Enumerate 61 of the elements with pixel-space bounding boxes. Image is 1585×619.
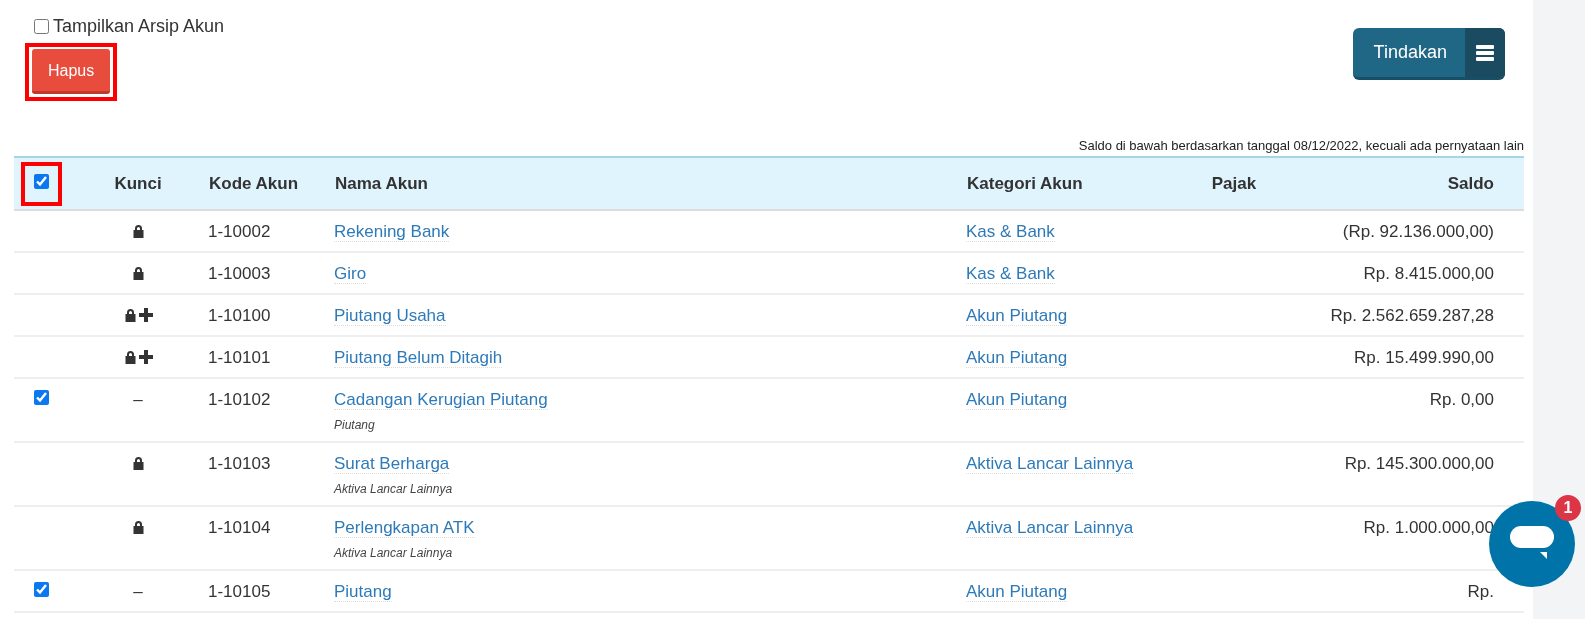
balance-value: Rp. 0,00 <box>1429 390 1494 409</box>
dash: – <box>133 390 143 409</box>
account-code: 1-10105 <box>208 582 271 601</box>
category-link[interactable]: Akun Piutang <box>966 348 1068 368</box>
column-header: Pajak <box>1211 173 1257 193</box>
account-code: 1-10101 <box>208 348 271 367</box>
category-link[interactable]: Akun Piutang <box>966 390 1068 410</box>
balance-note: Saldo di bawah berdasarkan tanggal 08/12/2022, kecuali ada pernyataan lain <box>1077 137 1524 155</box>
category-link[interactable]: Akun Piutang <box>966 582 1068 602</box>
category-link[interactable]: Kas & Bank <box>966 222 1055 242</box>
account-code: 1-10103 <box>208 454 271 473</box>
lock-icon <box>131 266 145 280</box>
archive-checkbox[interactable] <box>34 19 49 34</box>
lock-icon <box>123 308 137 322</box>
account-code: 1-10100 <box>208 306 271 325</box>
delete-button[interactable]: Hapus <box>32 49 111 94</box>
lock-icon <box>131 456 145 470</box>
checkbox[interactable] <box>33 582 49 597</box>
balance-value: Rp. 8.415.000,00 <box>1363 264 1494 283</box>
checkbox-label: Tampilkan Arsip Akun <box>53 16 225 37</box>
account-name-link[interactable]: Giro <box>334 264 367 284</box>
account-name-link[interactable]: Piutang <box>334 582 392 602</box>
plus-icon <box>138 308 153 322</box>
column-header: Kode Akun <box>209 173 299 193</box>
column-header: Kunci <box>114 173 162 193</box>
account-subtype: Aktiva Lancar Lainnya <box>334 482 454 496</box>
account-name-link[interactable]: Cadangan Kerugian Piutang <box>334 390 548 410</box>
menu-icon <box>1476 44 1494 61</box>
account-name-link[interactable]: Rekening Bank <box>334 222 450 242</box>
category-link[interactable]: Akun Piutang <box>966 306 1068 326</box>
category-link[interactable]: Aktiva Lancar Lainnya <box>966 518 1134 538</box>
lock-icon <box>123 350 137 364</box>
plus-icon <box>138 350 153 364</box>
lock-icon <box>131 224 145 238</box>
account-code: 1-10104 <box>208 518 271 537</box>
actions-button[interactable]: Tindakan <box>1352 28 1505 80</box>
account-name-link[interactable]: Perlengkapan ATK <box>334 518 475 538</box>
balance-value: Rp. 145.300.000,00 <box>1344 454 1494 473</box>
column-header: Saldo <box>1447 173 1494 193</box>
balance-value: Rp. <box>1467 582 1494 601</box>
account-code: 1-10003 <box>208 264 271 283</box>
account-subtype: Aktiva Lancar Lainnya <box>334 546 454 560</box>
account-name-link[interactable]: Piutang Belum Ditagih <box>334 348 503 368</box>
lock-icon <box>131 520 145 534</box>
dash: – <box>133 582 143 601</box>
notification-badge: 1 <box>1555 495 1581 521</box>
account-name-link[interactable]: Piutang Usaha <box>334 306 446 326</box>
account-subtype: Piutang <box>334 418 376 432</box>
category-link[interactable]: Kas & Bank <box>966 264 1055 284</box>
balance-value: Rp. 2.562.659.287,28 <box>1330 306 1494 325</box>
balance-value: (Rp. 92.136.000,00) <box>1342 222 1494 241</box>
balance-value: Rp. 15.499.990,00 <box>1354 348 1494 367</box>
account-name-link[interactable]: Surat Berharga <box>334 454 450 474</box>
category-link[interactable]: Aktiva Lancar Lainnya <box>966 454 1134 474</box>
checkbox[interactable] <box>33 390 49 405</box>
column-header: Kategori Akun <box>967 173 1083 193</box>
account-code: 1-10002 <box>208 222 271 241</box>
account-code: 1-10102 <box>208 390 271 409</box>
balance-value: Rp. 1.000.000,00 <box>1363 518 1494 537</box>
checkbox[interactable] <box>33 173 49 189</box>
column-header: Nama Akun <box>335 173 428 193</box>
